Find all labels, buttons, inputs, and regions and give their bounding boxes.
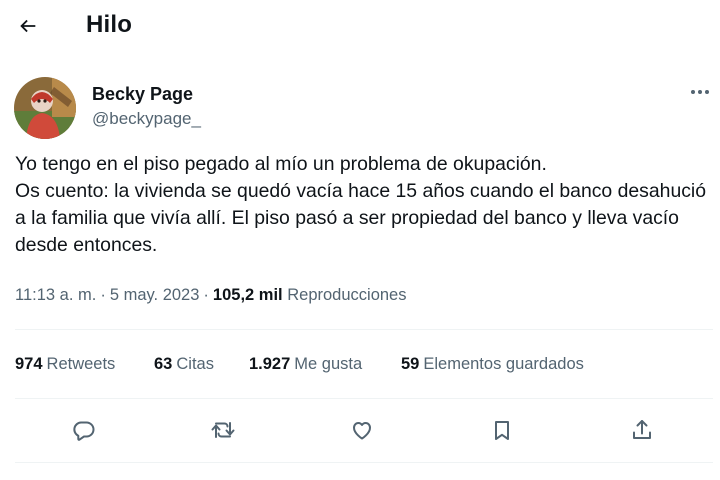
heart-icon [353, 422, 371, 440]
tweet-text: Yo tengo en el piso pegado al mío un pro… [15, 153, 707, 256]
reply-icon [73, 421, 95, 441]
bookmarks-label: Elementos guardados [423, 355, 584, 373]
meta-separator: · [203, 286, 209, 304]
thread-header: Hilo [0, 0, 720, 52]
retweets-count: 974 [15, 355, 43, 373]
bookmark-icon [495, 421, 509, 440]
tweet-date[interactable]: 5 may. 2023 [110, 286, 200, 304]
page-title: Hilo [86, 11, 133, 38]
quotes-stat[interactable]: 63 Citas [154, 355, 214, 374]
retweet-button[interactable] [206, 413, 240, 447]
more-options-button[interactable] [686, 82, 714, 102]
quotes-label: Citas [176, 355, 214, 373]
reply-button[interactable] [67, 413, 101, 447]
views-count: 105,2 mil [212, 286, 283, 304]
likes-label: Me gusta [294, 355, 363, 373]
retweets-stat[interactable]: 974 Retweets [15, 355, 115, 374]
author-handle[interactable]: @beckypage_ [92, 109, 201, 129]
retweet-icon [211, 422, 235, 438]
share-icon [633, 420, 651, 439]
author-display-name[interactable]: Becky Page [92, 84, 193, 105]
bookmarks-stat[interactable]: 59 Elementos guardados [401, 355, 584, 374]
tweet-meta: 11:13 a. m. · 5 may. 2023 · 105,2 mil Reprod… [15, 286, 406, 305]
back-button[interactable] [12, 10, 44, 42]
quotes-count: 63 [154, 355, 173, 373]
views-label: Reproducciones [287, 286, 407, 304]
meta-separator: · [100, 286, 106, 304]
likes-count: 1.927 [249, 355, 291, 373]
like-button[interactable] [345, 413, 379, 447]
share-button[interactable] [625, 413, 659, 447]
tweet-time[interactable]: 11:13 a. m. [15, 286, 96, 304]
divider [15, 462, 713, 463]
more-horizontal-icon [691, 90, 709, 94]
likes-stat[interactable]: 1.927 Me gusta [249, 355, 362, 374]
bookmarks-count: 59 [401, 355, 420, 373]
bookmark-button[interactable] [485, 413, 519, 447]
divider [15, 329, 713, 330]
avatar-image [14, 77, 76, 139]
avatar[interactable] [14, 77, 76, 139]
arrow-left-icon [20, 19, 36, 33]
retweets-label: Retweets [46, 355, 116, 373]
divider [15, 398, 713, 399]
